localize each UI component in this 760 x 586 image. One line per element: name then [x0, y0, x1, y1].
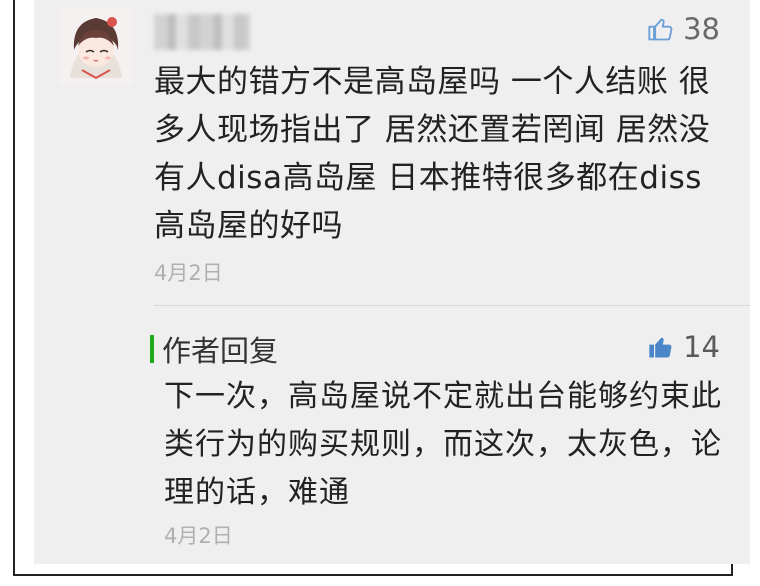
reply-divider	[154, 305, 750, 306]
author-reply-header: 作者回复	[150, 328, 278, 370]
comment-text: 最大的错方不是高岛屋吗 一个人结账 很多人现场指出了 居然还置若罔闻 居然没有人…	[154, 64, 711, 244]
anime-girl-avatar-icon	[60, 8, 132, 84]
comment-like-count: 38	[683, 12, 720, 46]
thumbs-up-filled-icon	[649, 337, 672, 358]
comment-like-button[interactable]: 38	[647, 12, 720, 46]
reply-accent-bar	[150, 335, 154, 363]
username-redacted[interactable]	[154, 14, 250, 50]
author-reply-label: 作者回复	[162, 334, 279, 368]
reply-text: 下一次，高岛屋说不定就出台能够约束此类行为的购买规则，而这次，太灰色，论理的话，…	[164, 379, 722, 510]
reply-date: 4月2日	[164, 524, 233, 548]
comment-date: 4月2日	[154, 261, 223, 285]
thumbs-up-outline-icon	[648, 18, 673, 41]
user-avatar[interactable]	[60, 8, 132, 84]
reply-like-count: 14	[683, 330, 720, 364]
reply-like-button[interactable]: 14	[647, 330, 720, 364]
